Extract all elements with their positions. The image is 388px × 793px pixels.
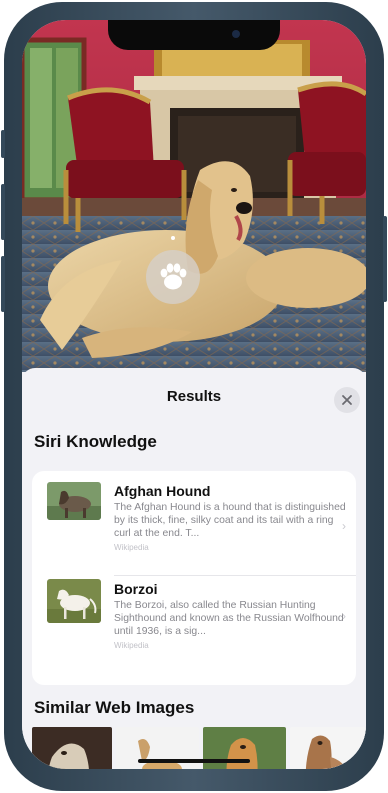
- chevron-right-icon: ›: [342, 519, 346, 533]
- chevron-right-icon: ›: [342, 609, 346, 623]
- paw-icon: [160, 263, 187, 290]
- side-button-mute: [1, 130, 5, 158]
- side-button-power: [383, 216, 387, 302]
- knowledge-item-source: Wikipedia: [114, 641, 149, 650]
- web-image-1[interactable]: [32, 727, 112, 769]
- knowledge-item-source: Wikipedia: [114, 543, 149, 552]
- row-divider: [114, 575, 356, 576]
- close-button[interactable]: [334, 387, 360, 413]
- siri-knowledge-heading: Siri Knowledge: [34, 432, 157, 451]
- knowledge-item-name: Afghan Hound: [114, 483, 211, 499]
- siri-knowledge-card: Afghan Hound The Afghan Hound is a hound…: [32, 471, 356, 685]
- notch: [108, 20, 280, 50]
- front-camera: [232, 30, 240, 38]
- sheet-title: Results: [166, 388, 222, 405]
- results-sheet: Results Siri Knowledge Afghan Hound The …: [22, 368, 366, 769]
- visual-lookup-paw-button[interactable]: [146, 250, 200, 304]
- knowledge-item-description: The Borzoi, also called the Russian Hunt…: [114, 600, 344, 637]
- borzoi-thumbnail: [47, 579, 101, 623]
- side-button-volume-down: [1, 256, 5, 312]
- screen: Results Siri Knowledge Afghan Hound The …: [22, 20, 366, 769]
- dog-photo: [22, 20, 366, 372]
- web-image-4[interactable]: [290, 727, 366, 769]
- knowledge-item-borzoi[interactable]: Borzoi The Borzoi, also called the Russi…: [32, 579, 356, 679]
- close-icon: [342, 395, 352, 405]
- similar-web-images-heading: Similar Web Images: [34, 698, 195, 717]
- afghan-hound-thumbnail: [47, 482, 101, 520]
- home-indicator[interactable]: [138, 759, 250, 763]
- knowledge-item-description: The Afghan Hound is a hound that is dist…: [114, 502, 346, 539]
- knowledge-item-name: Borzoi: [114, 581, 158, 597]
- lookup-pin-dot: [171, 236, 175, 240]
- side-button-volume-up: [1, 184, 5, 240]
- knowledge-item-afghan-hound[interactable]: Afghan Hound The Afghan Hound is a hound…: [32, 471, 356, 571]
